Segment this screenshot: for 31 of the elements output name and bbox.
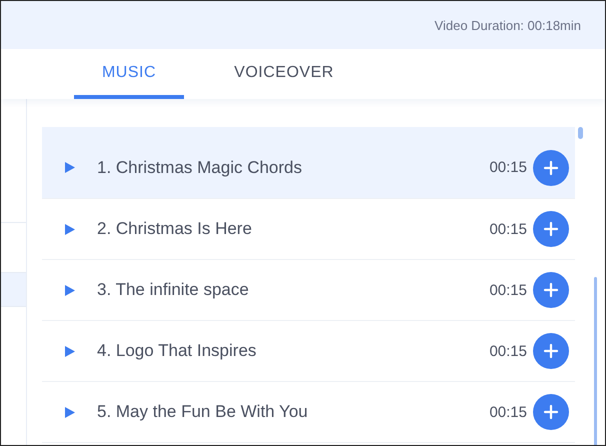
track-title: 4. Logo That Inspires xyxy=(97,341,258,361)
play-icon[interactable] xyxy=(64,161,76,174)
tab[interactable]: VOICEOVER xyxy=(214,49,354,99)
track-duration: 00:15 xyxy=(489,220,527,238)
add-button[interactable] xyxy=(533,150,569,186)
scrollbar-thumb[interactable] xyxy=(578,127,582,139)
track-duration: 00:15 xyxy=(489,282,527,298)
track-title: 1. Christmas Magic Chords xyxy=(97,158,304,178)
track-duration: 00:15 xyxy=(489,404,527,420)
play-icon[interactable] xyxy=(64,344,76,358)
add-button[interactable] xyxy=(533,394,569,430)
play-icon[interactable] xyxy=(64,284,76,296)
track-row[interactable]: 1. Christmas Magic Chords 00:15 xyxy=(42,127,575,199)
track-duration: 00:15 xyxy=(489,342,527,360)
play-icon[interactable] xyxy=(64,222,76,236)
plus-icon xyxy=(543,221,559,237)
play-icon[interactable] xyxy=(64,406,76,418)
add-button[interactable] xyxy=(533,272,569,308)
track-title: 3. The infinite space xyxy=(97,280,250,300)
video-duration: Video Duration: 00:18min xyxy=(434,18,581,32)
track-title: 5. May the Fun Be With You xyxy=(97,402,309,422)
track-title: 2. Christmas Is Here xyxy=(97,219,253,239)
plus-icon xyxy=(543,343,559,359)
plus-icon xyxy=(543,404,559,420)
add-button[interactable] xyxy=(533,211,569,247)
track-duration: 00:15 xyxy=(489,159,527,176)
scrollbar-thumb[interactable] xyxy=(594,277,596,445)
add-button[interactable] xyxy=(533,333,569,369)
tab[interactable]: MUSIC xyxy=(74,49,184,99)
plus-icon xyxy=(543,160,559,176)
plus-icon xyxy=(543,282,559,298)
